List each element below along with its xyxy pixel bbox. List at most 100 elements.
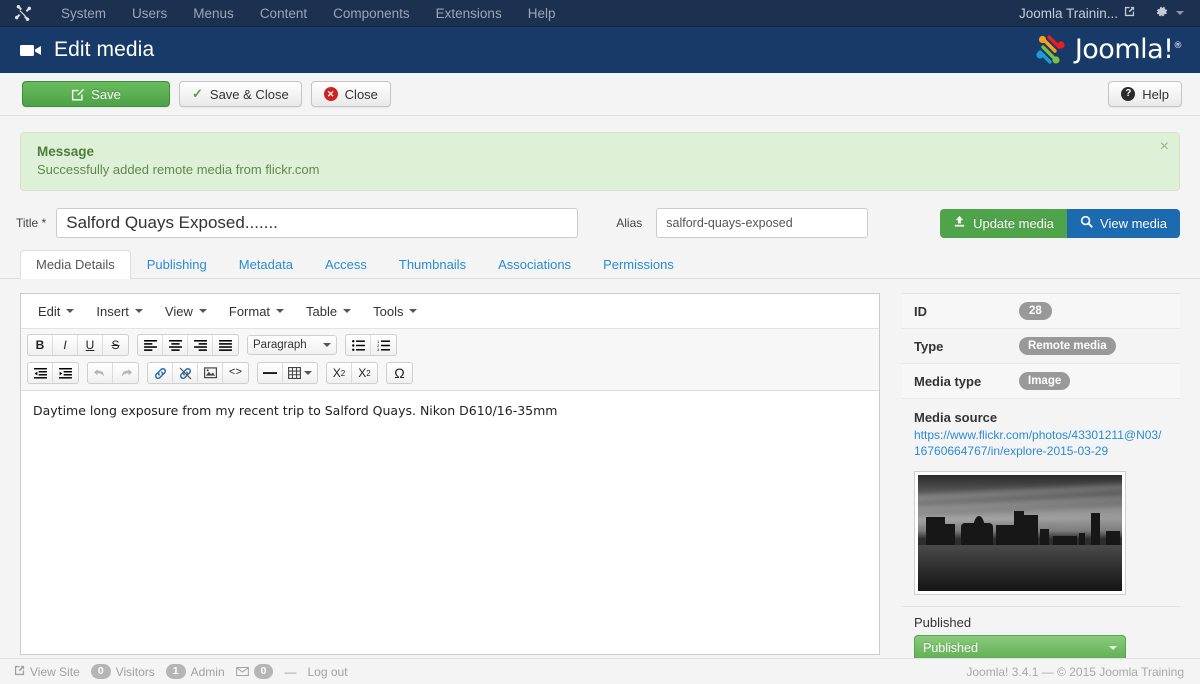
media-thumbnail[interactable] <box>914 471 1126 595</box>
nav-item-system[interactable]: System <box>48 0 119 27</box>
align-right-icon[interactable] <box>188 335 213 355</box>
copyright-text: Joomla! 3.4.1 — © 2015 Joomla Training <box>966 664 1184 679</box>
published-label: Published <box>914 615 972 630</box>
check-icon: ✓ <box>192 86 203 101</box>
chevron-down-icon <box>276 309 285 313</box>
redo-icon[interactable] <box>113 363 138 383</box>
editor-menu-table[interactable]: Table <box>295 300 362 323</box>
outdent-icon[interactable] <box>28 363 53 383</box>
numbered-list-icon[interactable]: 123 <box>371 335 396 355</box>
update-media-button[interactable]: Update media <box>940 208 1068 238</box>
close-circle-icon: ✕ <box>323 87 338 101</box>
media-type-badge: Image <box>1019 372 1071 390</box>
admin-label: Admin <box>190 664 225 679</box>
format-select[interactable]: Paragraph <box>247 335 337 355</box>
id-badge: 28 <box>1019 302 1052 320</box>
nav-item-help[interactable]: Help <box>515 0 569 27</box>
editor-menu-view[interactable]: View <box>154 300 218 323</box>
editor-menu-format[interactable]: Format <box>218 300 295 323</box>
media-thumbnail-image <box>918 475 1122 591</box>
editor-toolbar-row-2: <> X2 X2 Ω <box>21 359 879 391</box>
superscript-icon[interactable]: X2 <box>352 363 377 383</box>
text-style-group: B I U S <box>27 334 129 356</box>
tab-permissions[interactable]: Permissions <box>587 250 690 279</box>
tab-media-details[interactable]: Media Details <box>20 250 131 279</box>
alias-input[interactable] <box>656 208 869 238</box>
chevron-down-icon <box>1109 646 1117 650</box>
format-select-value: Paragraph <box>253 339 307 351</box>
script-group: X2 X2 <box>326 362 378 384</box>
align-center-icon[interactable] <box>163 335 188 355</box>
indent-icon[interactable] <box>53 363 78 383</box>
page-header: Edit media Joomla!® <box>0 27 1200 73</box>
view-media-button[interactable]: View media <box>1067 208 1180 238</box>
close-icon[interactable]: × <box>1160 139 1169 155</box>
media-source-link[interactable]: https://www.flickr.com/photos/43301211@N… <box>914 427 1168 459</box>
logout-link[interactable]: Log out <box>307 665 347 679</box>
nav-item-content[interactable]: Content <box>247 0 320 27</box>
editor-menu-edit[interactable]: Edit <box>27 300 85 323</box>
close-button[interactable]: ✕ Close <box>310 81 391 107</box>
editor-menu-edit-label: Edit <box>38 303 61 319</box>
image-icon[interactable] <box>198 363 223 383</box>
tab-publishing[interactable]: Publishing <box>131 250 223 279</box>
update-media-label: Update media <box>973 215 1055 231</box>
editor-menu-table-label: Table <box>306 303 338 319</box>
table-icon[interactable] <box>283 363 317 383</box>
tab-associations[interactable]: Associations <box>482 250 587 279</box>
link-icon[interactable] <box>148 363 173 383</box>
save-and-close-button[interactable]: ✓ Save & Close <box>179 81 302 107</box>
site-name-label[interactable]: Joomla Trainin... <box>1009 2 1124 25</box>
undo-icon[interactable] <box>88 363 113 383</box>
visitors-item[interactable]: 0 Visitors <box>90 664 155 679</box>
pencil-square-icon <box>71 88 85 101</box>
media-actions: Update media View media <box>940 208 1180 238</box>
nav-item-users[interactable]: Users <box>119 0 180 27</box>
tab-access[interactable]: Access <box>309 250 383 279</box>
editor-toolbar-row-1: B I U S Paragraph 1 2 3 <box>21 329 879 359</box>
admin-item[interactable]: 1 Admin <box>165 664 225 679</box>
joomla-mark-icon[interactable] <box>14 4 32 22</box>
special-character-icon[interactable]: Ω <box>387 363 412 383</box>
gear-icon[interactable] <box>1151 5 1176 22</box>
source-code-icon[interactable]: <> <box>223 363 248 383</box>
underline-icon[interactable]: U <box>78 335 103 355</box>
external-link-icon <box>14 665 25 679</box>
tab-thumbnails[interactable]: Thumbnails <box>383 250 482 279</box>
chevron-down-icon <box>134 309 143 313</box>
view-site-item[interactable]: View Site <box>14 665 80 679</box>
view-site-link[interactable]: View Site <box>30 665 80 679</box>
help-button[interactable]: ? Help <box>1108 81 1182 107</box>
title-input[interactable] <box>56 208 579 238</box>
editor-content[interactable]: Daytime long exposure from my recent tri… <box>21 391 879 654</box>
chevron-down-icon[interactable] <box>1176 11 1184 15</box>
editor-menu-tools[interactable]: Tools <box>362 300 428 323</box>
info-key-id: ID <box>914 303 927 319</box>
tab-metadata[interactable]: Metadata <box>223 250 309 279</box>
search-icon <box>1080 215 1093 231</box>
bullet-list-icon[interactable] <box>346 335 371 355</box>
align-left-icon[interactable] <box>138 335 163 355</box>
subscript-icon[interactable]: X2 <box>327 363 352 383</box>
unlink-icon[interactable] <box>173 363 198 383</box>
upload-icon <box>953 215 966 231</box>
nav-item-components[interactable]: Components <box>320 0 423 27</box>
envelope-icon <box>235 665 249 679</box>
logout-item[interactable]: Log out <box>307 665 347 679</box>
align-justify-icon[interactable] <box>213 335 238 355</box>
bold-icon[interactable]: B <box>28 335 53 355</box>
save-button-label: Save <box>91 86 121 102</box>
nav-item-extensions[interactable]: Extensions <box>423 0 515 27</box>
editor-menu-format-label: Format <box>228 303 271 319</box>
editor-menu-insert[interactable]: Insert <box>85 300 154 323</box>
media-source-label: Media source <box>914 410 998 425</box>
nav-item-menus[interactable]: Menus <box>180 0 247 27</box>
italic-icon[interactable]: I <box>53 335 78 355</box>
horizontal-rule-icon[interactable] <box>258 363 283 383</box>
question-mark-icon: ? <box>1121 87 1136 101</box>
external-link-icon[interactable] <box>1124 6 1151 20</box>
messages-item[interactable]: 0 <box>235 664 274 679</box>
strikethrough-icon[interactable]: S <box>103 335 128 355</box>
history-group <box>87 362 139 384</box>
save-button[interactable]: Save <box>22 81 170 107</box>
